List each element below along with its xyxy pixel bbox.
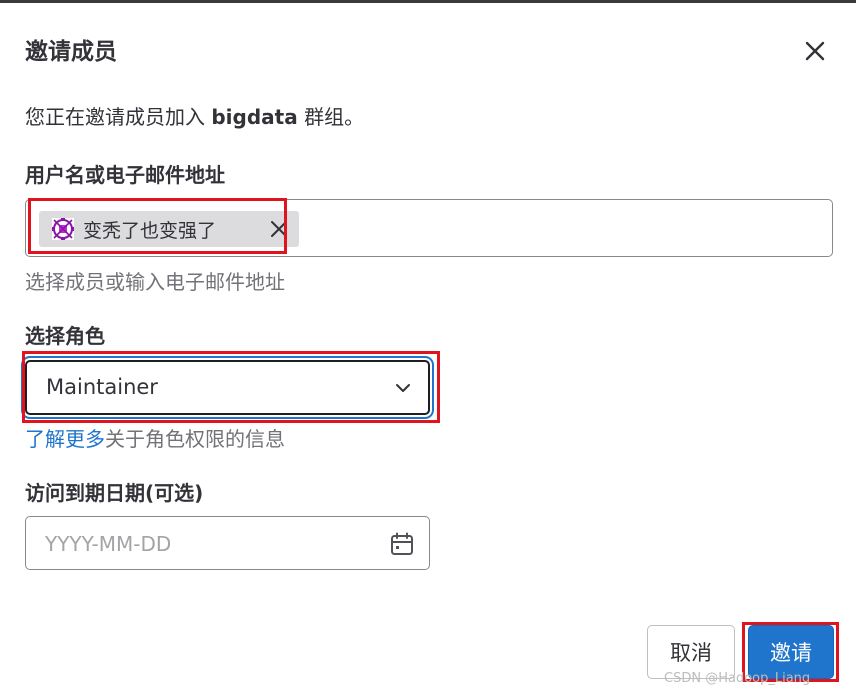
expiry-date-input[interactable] xyxy=(27,518,387,570)
learn-more-link[interactable]: 了解更多 xyxy=(25,427,105,451)
members-input[interactable]: 变秃了也变强了 xyxy=(25,199,833,257)
close-button[interactable] xyxy=(800,36,830,66)
avatar-identicon xyxy=(51,217,75,241)
close-icon xyxy=(805,41,825,61)
watermark: CSDN @Hadoop_Liang xyxy=(664,671,811,686)
role-select-value: Maintainer xyxy=(46,375,158,399)
member-token: 变秃了也变强了 xyxy=(39,211,299,247)
role-help: 了解更多关于角色权限的信息 xyxy=(25,423,285,452)
group-name: bigdata xyxy=(211,105,298,129)
remove-token-button[interactable] xyxy=(269,219,289,239)
chevron-down-icon xyxy=(396,384,410,392)
members-label: 用户名或电子邮件地址 xyxy=(25,163,225,187)
member-token-label: 变秃了也变强了 xyxy=(83,219,217,242)
calendar-icon[interactable] xyxy=(389,531,415,557)
role-label: 选择角色 xyxy=(25,324,105,348)
intro-prefix: 您正在邀请成员加入 xyxy=(25,105,212,129)
members-help-text: 选择成员或输入电子邮件地址 xyxy=(25,270,285,294)
remove-icon xyxy=(271,221,287,237)
role-select[interactable]: Maintainer xyxy=(25,360,430,415)
window-top-border xyxy=(0,0,856,3)
invite-intro: 您正在邀请成员加入 bigdata 群组。 xyxy=(25,101,364,130)
intro-suffix: 群组。 xyxy=(297,105,365,129)
modal-title: 邀请成员 xyxy=(25,39,117,65)
expiry-date-field[interactable] xyxy=(25,516,430,570)
learn-more-suffix: 关于角色权限的信息 xyxy=(105,427,285,451)
expiry-label: 访问到期日期(可选) xyxy=(25,481,204,505)
